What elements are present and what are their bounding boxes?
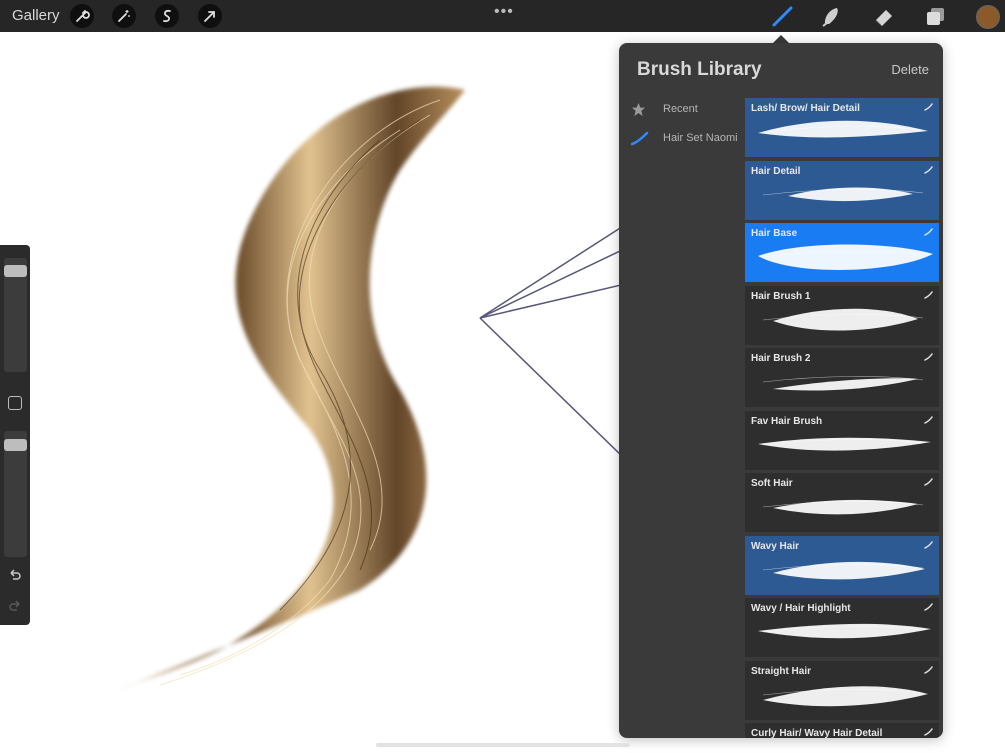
eraser-icon[interactable] [872, 5, 896, 27]
brush-stroke-icon [924, 728, 933, 736]
brush-set-label: Hair Set Naomi [663, 132, 738, 144]
brush-stroke-icon [924, 665, 933, 674]
brush-card[interactable]: Hair Brush 1 [745, 285, 939, 345]
delete-button[interactable]: Delete [891, 62, 929, 77]
brush-name: Hair Brush 2 [751, 353, 811, 364]
brush-stroke-preview [758, 120, 928, 138]
brush-name: Wavy Hair [751, 540, 799, 552]
gallery-button[interactable]: Gallery [12, 7, 60, 24]
brush-library-panel: Brush Library Delete Recent Hair Set Nao… [619, 43, 943, 738]
brush-stroke-icon [924, 228, 933, 236]
brush-name: Hair Base [751, 228, 798, 239]
redo-icon[interactable] [7, 598, 23, 619]
brush-card[interactable]: Wavy Hair [745, 535, 939, 595]
opacity-slider[interactable] [4, 431, 27, 557]
brush-name: Straight Hair [751, 665, 812, 677]
brush-name: Wavy / Hair Highlight [751, 603, 851, 614]
brush-stroke-preview [758, 623, 931, 639]
brush-name: Hair Detail [751, 165, 801, 177]
brush-card[interactable]: Hair Detail [745, 160, 939, 220]
brush-stroke-icon [924, 540, 933, 549]
hair-artwork [120, 86, 465, 690]
brush-stroke-preview [758, 437, 931, 451]
left-sidebar [0, 245, 30, 625]
layers-icon[interactable] [924, 5, 948, 27]
brush-card[interactable]: Hair Base [745, 223, 939, 282]
brush-card[interactable]: Curly Hair/ Wavy Hair Detail [745, 723, 939, 738]
top-toolbar: Gallery ••• [0, 0, 1005, 32]
modify-button[interactable] [8, 396, 22, 410]
brush-name: Hair Brush 1 [751, 290, 811, 302]
brush-set-label: Recent [663, 103, 698, 115]
brush-stroke-preview [762, 308, 924, 331]
brush-card[interactable]: Lash/ Brow/ Hair Detail [745, 98, 939, 157]
brush-stroke-preview [762, 685, 928, 706]
brush-stroke-icon [924, 290, 933, 299]
home-indicator [376, 743, 630, 747]
brush-stroke-icon [630, 131, 649, 151]
brush-set-hair-set-naomi[interactable]: Hair Set Naomi [630, 128, 745, 151]
selection-icon[interactable] [155, 4, 179, 28]
transform-arrow-icon[interactable] [198, 4, 222, 28]
brush-name: Soft Hair [751, 478, 793, 489]
color-swatch[interactable] [976, 5, 1000, 29]
brush-name: Curly Hair/ Wavy Hair Detail [751, 728, 883, 738]
brush-stroke-preview [762, 561, 925, 579]
undo-icon[interactable] [7, 567, 23, 588]
brush-stroke-preview [762, 499, 924, 515]
magic-wand-icon[interactable] [112, 4, 136, 28]
brush-stroke-icon [924, 415, 933, 424]
brush-size-thumb[interactable] [4, 265, 27, 278]
brush-stroke-icon [924, 103, 933, 111]
brush-set-recent[interactable]: Recent [631, 99, 745, 121]
brush-icon[interactable] [771, 5, 795, 27]
smudge-icon[interactable] [820, 5, 844, 27]
brush-name: Lash/ Brow/ Hair Detail [751, 103, 860, 114]
brush-stroke-icon [924, 165, 933, 174]
brush-name: Fav Hair Brush [751, 415, 823, 427]
star-icon [631, 102, 646, 122]
wrench-icon[interactable] [70, 4, 94, 28]
brush-card[interactable]: Soft Hair [745, 473, 939, 532]
brush-card[interactable]: Hair Brush 2 [745, 348, 939, 407]
brush-list: Lash/ Brow/ Hair Detail Hair Detail Hair B… [745, 98, 939, 738]
brush-stroke-icon [924, 478, 933, 486]
panel-title: Brush Library [637, 59, 762, 80]
brush-stroke-preview [762, 187, 924, 201]
brush-stroke-preview [762, 376, 924, 391]
brush-stroke-icon [924, 603, 933, 611]
brush-card[interactable]: Straight Hair [745, 660, 939, 720]
brush-card[interactable]: Wavy / Hair Highlight [745, 598, 939, 657]
brush-stroke-preview [758, 244, 933, 271]
brush-card[interactable]: Fav Hair Brush [745, 410, 939, 470]
ellipsis-icon[interactable]: ••• [494, 3, 514, 21]
opacity-thumb[interactable] [4, 438, 27, 451]
brush-stroke-icon [924, 353, 933, 361]
brush-size-slider[interactable] [4, 258, 27, 372]
